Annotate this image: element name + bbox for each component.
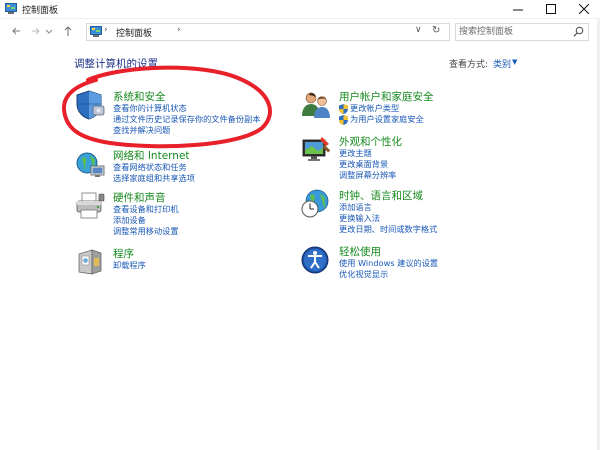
- link-change-theme[interactable]: 更改主题: [339, 148, 396, 159]
- maximize-button[interactable]: [536, 0, 566, 18]
- link-mobility-settings[interactable]: 调整常用移动设置: [113, 226, 179, 237]
- control-panel-icon: [5, 3, 17, 14]
- programs-icon[interactable]: [74, 246, 106, 278]
- close-icon: [579, 4, 589, 14]
- search-icon[interactable]: [573, 26, 584, 37]
- category-title-network[interactable]: 网络和 Internet: [113, 148, 190, 163]
- minimize-button[interactable]: [503, 0, 533, 18]
- close-button[interactable]: [569, 0, 599, 18]
- category-title-user-accounts[interactable]: 用户帐户和家庭安全: [339, 89, 434, 104]
- link-family-safety[interactable]: 为用户设置家庭安全: [339, 114, 424, 125]
- link-devices-printers[interactable]: 查看设备和打印机: [113, 204, 179, 215]
- uac-shield-icon: [339, 115, 348, 125]
- page-title: 调整计算机的设置: [74, 58, 158, 70]
- recent-locations-button[interactable]: [44, 24, 58, 38]
- breadcrumb-separator[interactable]: ›: [177, 25, 181, 35]
- search-box[interactable]: [455, 23, 589, 41]
- category-title-hardware[interactable]: 硬件和声音: [113, 190, 166, 205]
- category-title-clock[interactable]: 时钟、语言和区域: [339, 188, 423, 203]
- link-label: 更改帐户类型: [350, 103, 400, 113]
- breadcrumb-separator[interactable]: ›: [104, 25, 108, 35]
- link-change-desktop-background[interactable]: 更改桌面背景: [339, 159, 396, 170]
- link-change-input-method[interactable]: 更换输入法: [339, 213, 437, 224]
- search-input[interactable]: [459, 25, 569, 38]
- back-button[interactable]: [10, 24, 24, 38]
- window-title: 控制面板: [22, 6, 59, 16]
- link-date-time-format[interactable]: 更改日期、时间或数字格式: [339, 224, 437, 235]
- refresh-icon[interactable]: ↻: [432, 25, 440, 36]
- users-icon[interactable]: [300, 89, 332, 121]
- category-title-appearance[interactable]: 外观和个性化: [339, 134, 402, 149]
- arrow-up-icon: [64, 26, 72, 36]
- breadcrumb-control-panel[interactable]: 控制面板: [116, 26, 152, 39]
- arrow-left-icon: [12, 27, 20, 35]
- printer-icon[interactable]: [74, 190, 106, 222]
- network-globe-icon[interactable]: [74, 148, 106, 180]
- arrow-right-icon: [32, 27, 40, 35]
- link-network-status[interactable]: 查看网络状态和任务: [113, 162, 195, 173]
- link-troubleshoot[interactable]: 查找并解决问题: [113, 125, 260, 136]
- minimize-icon: [513, 9, 523, 11]
- caret-down-icon[interactable]: ▼: [512, 58, 517, 66]
- title-bar[interactable]: 控制面板: [0, 0, 600, 19]
- link-view-computer-status[interactable]: 查看你的计算机状态: [113, 103, 260, 114]
- control-panel-icon: [90, 26, 102, 37]
- maximize-icon: [546, 4, 556, 14]
- link-screen-resolution[interactable]: 调整屏幕分辨率: [339, 170, 396, 181]
- uac-shield-icon: [339, 104, 348, 114]
- forward-button[interactable]: [28, 24, 42, 38]
- link-windows-recommended-settings[interactable]: 使用 Windows 建议的设置: [339, 258, 438, 269]
- monitor-paint-icon[interactable]: [300, 134, 332, 166]
- link-file-history-backup[interactable]: 通过文件历史记录保存你的文件备份副本: [113, 114, 260, 125]
- up-button[interactable]: [61, 24, 75, 38]
- shield-icon[interactable]: [74, 89, 106, 121]
- view-by-dropdown[interactable]: 类别: [493, 57, 511, 70]
- clock-globe-icon[interactable]: [300, 188, 332, 220]
- address-toolbar: › 控制面板 › ∨ ↻: [0, 19, 600, 43]
- link-change-account-type[interactable]: 更改帐户类型: [339, 103, 424, 114]
- category-title-system-security[interactable]: 系统和安全: [113, 89, 166, 104]
- view-by-label: 查看方式:: [449, 60, 489, 70]
- link-uninstall-program[interactable]: 卸载程序: [113, 260, 146, 271]
- ease-of-access-icon[interactable]: [300, 244, 332, 276]
- category-title-programs[interactable]: 程序: [113, 246, 134, 261]
- chevron-down-icon: [45, 29, 53, 34]
- address-bar[interactable]: › 控制面板 › ∨ ↻: [86, 23, 450, 41]
- link-optimize-visual-display[interactable]: 优化视觉显示: [339, 269, 438, 280]
- link-label: 为用户设置家庭安全: [350, 114, 424, 124]
- link-add-device[interactable]: 添加设备: [113, 215, 179, 226]
- category-title-ease-of-access[interactable]: 轻松使用: [339, 244, 381, 259]
- address-dropdown-chevron-icon[interactable]: ∨: [415, 25, 422, 35]
- link-add-language[interactable]: 添加语言: [339, 202, 437, 213]
- link-homegroup-sharing[interactable]: 选择家庭组和共享选项: [113, 173, 195, 184]
